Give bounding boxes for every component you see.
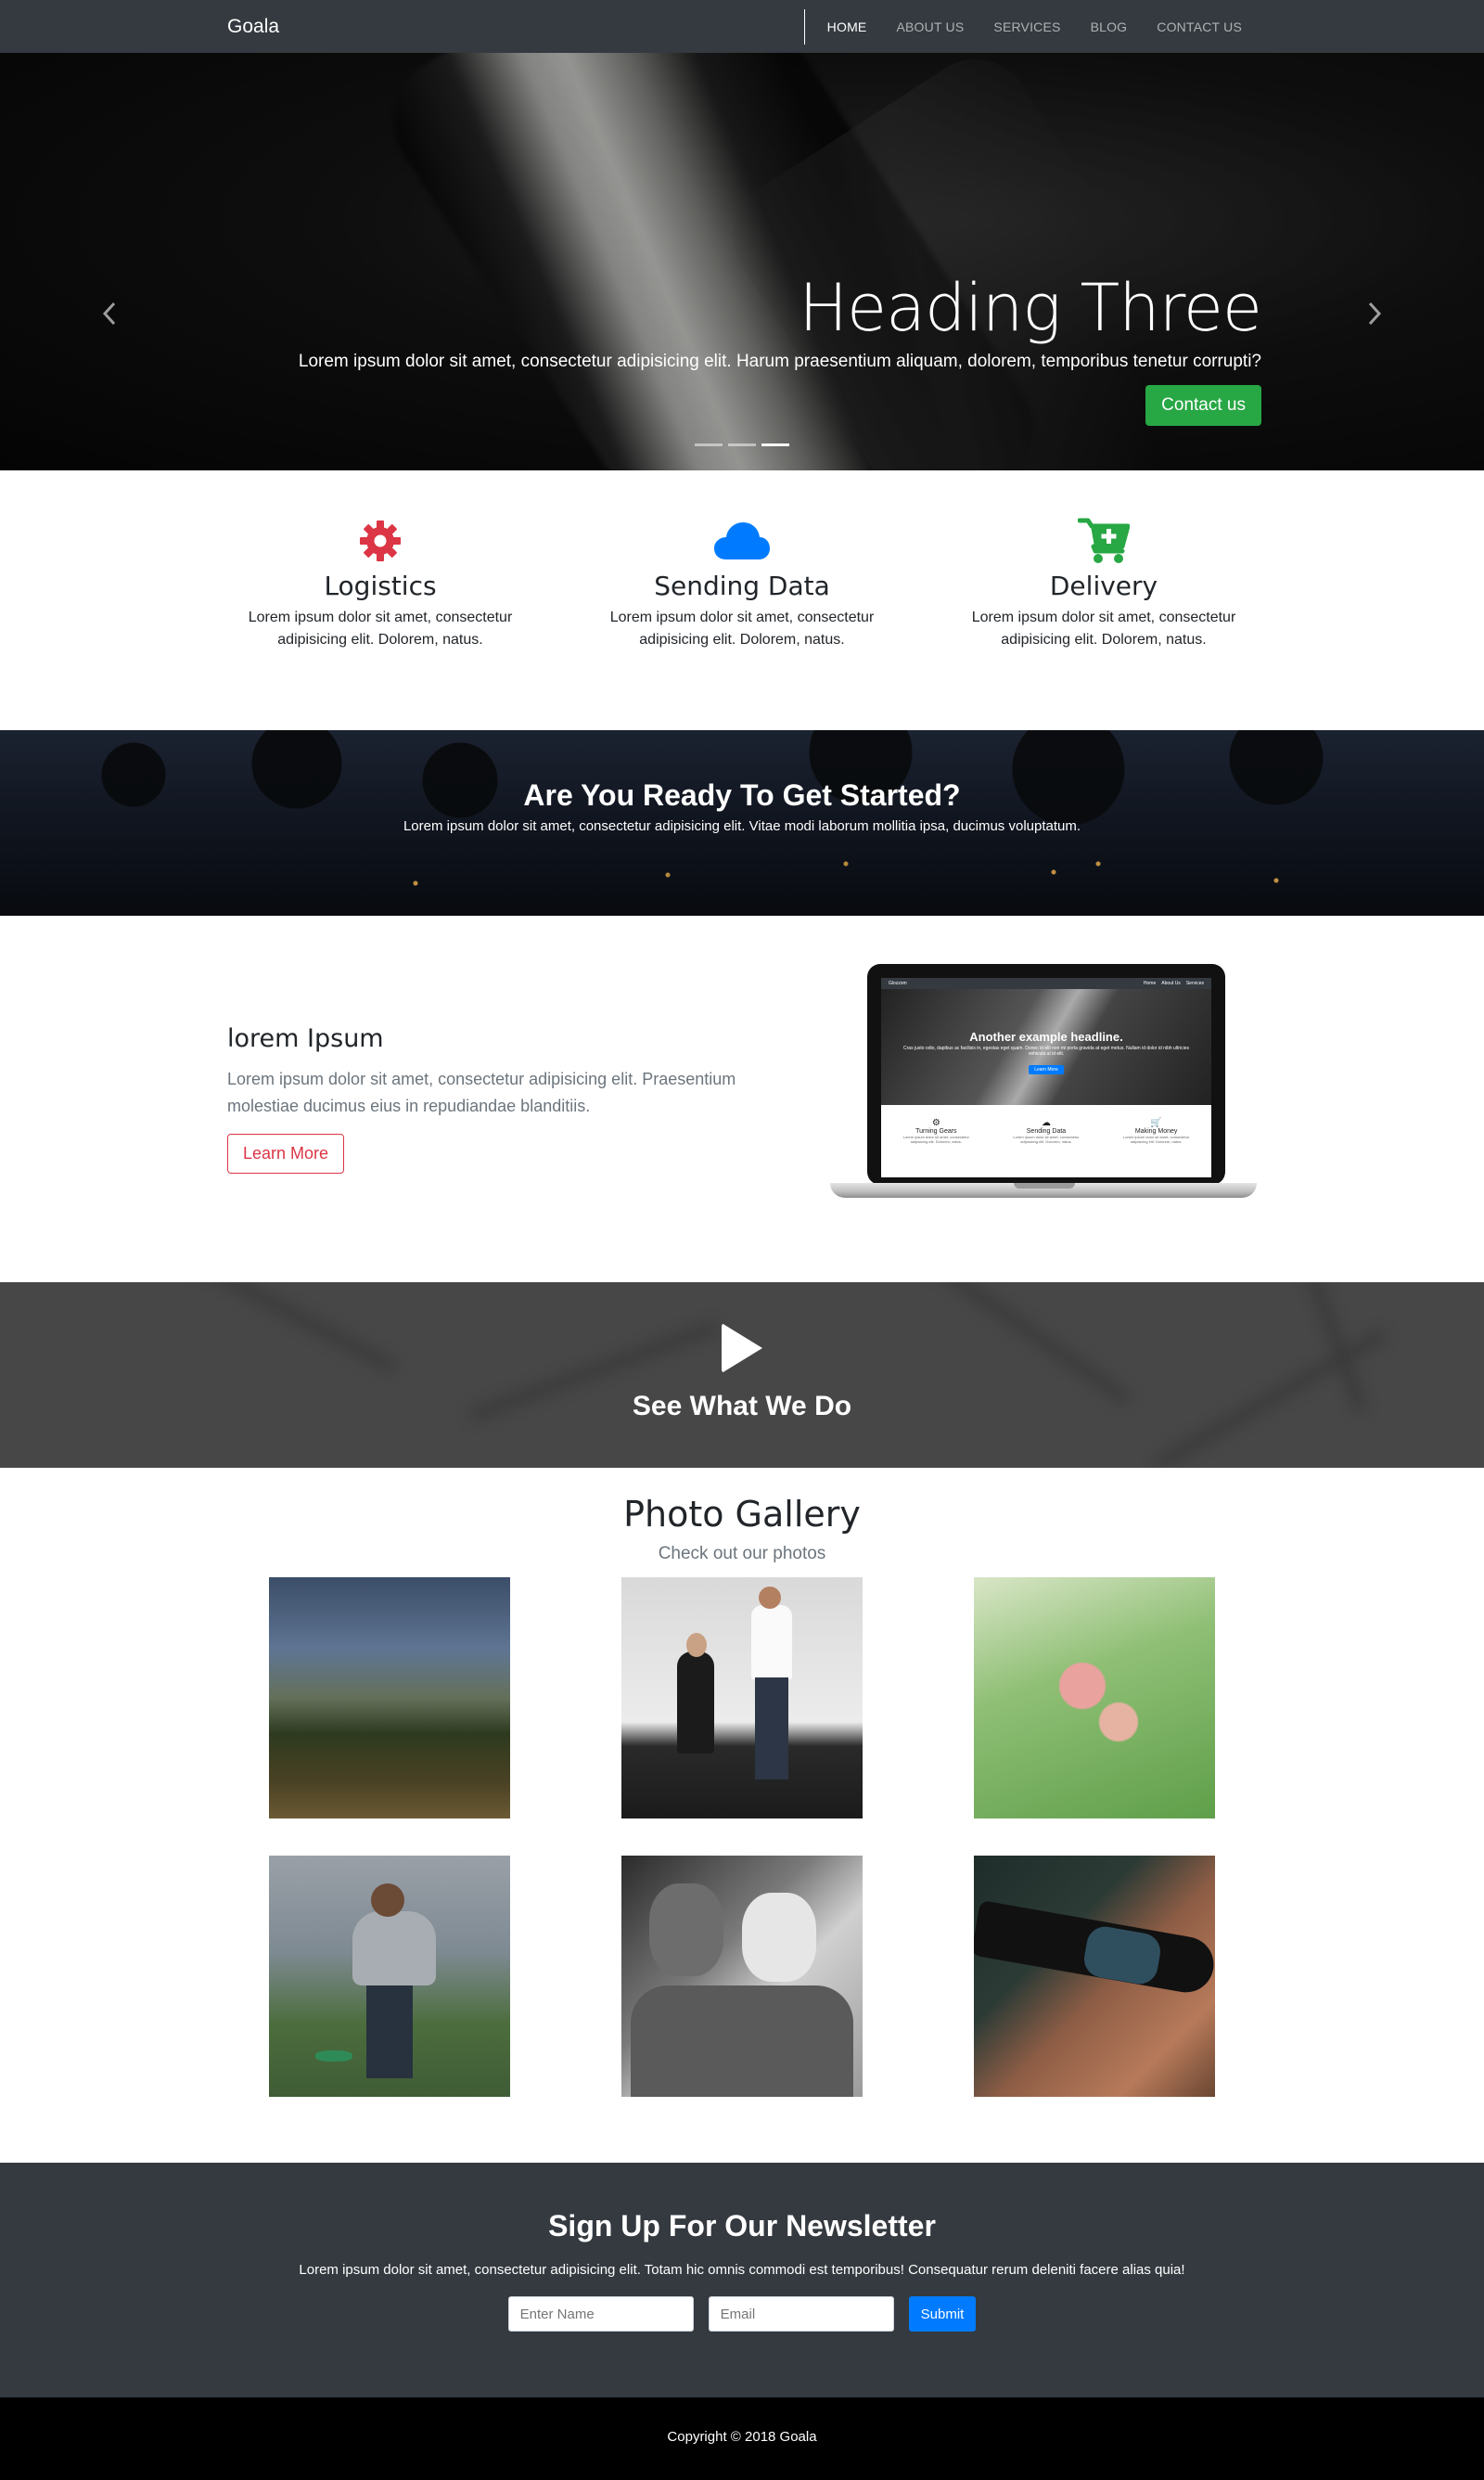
laptop-screen-feature: ☁ Sending Data Lorem ipsum dolor sit amet,… [1009,1118,1083,1144]
gallery-grid [0,1577,1484,2097]
photo-gallery-section: Photo Gallery Check out our photos [0,1468,1484,2163]
laptop-feature-text: Lorem ipsum dolor sit amet, consectetur … [1123,1135,1190,1144]
chevron-left-icon[interactable] [102,302,117,331]
cloud-icon [589,515,895,567]
play-icon[interactable] [722,1323,762,1373]
nav-link-home[interactable]: HOME [812,19,882,34]
info-text: Lorem ipsum dolor sit amet, consectetur … [227,1069,736,1115]
gallery-photo-flower[interactable] [974,1577,1215,1818]
banner-lights [0,842,1484,897]
laptop-screen-nav-link: About Us [1161,981,1181,986]
feature-delivery: Delivery Lorem ipsum dolor sit amet, con… [951,515,1257,651]
laptop-notch [1014,1183,1075,1189]
brand-logo[interactable]: Goala [227,16,279,38]
nav-menu: HOME ABOUT US SERVICES BLOG CONTACT US [803,8,1257,45]
nav-link-contact-us[interactable]: CONTACT US [1142,19,1257,34]
laptop-feature-title: Sending Data [1026,1128,1067,1135]
laptop-screen: Glozzom Home About Us Services Another e… [867,964,1225,1185]
gallery-photo-child[interactable] [269,1856,510,2097]
contact-us-button[interactable]: Contact us [1145,385,1261,426]
submit-button[interactable]: Submit [908,2296,977,2332]
feature-text: Lorem ipsum dolor sit amet, consectetur … [971,610,1236,648]
gallery-subheading: Check out our photos [658,1544,826,1563]
laptop-screen-feature: 🛒 Making Money Lorem ipsum dolor sit amet,… [1119,1118,1194,1144]
feature-text: Lorem ipsum dolor sit amet, consectetur … [248,610,513,648]
gallery-photo-sunglasses[interactable] [974,1856,1215,2097]
hero-caption: Heading Three Lorem ipsum dolor sit amet… [241,220,1262,426]
video-section: See What We Do [0,1282,1484,1468]
laptop-screen-feature: ⚙ Turning Gears Lorem ipsum dolor sit amet… [899,1118,973,1144]
gear-icon: ⚙ [931,1118,940,1128]
laptop-image: Glozzom Home About Us Services Another e… [830,964,1257,1233]
carousel-indicator[interactable] [728,443,756,446]
laptop-screen-button: Learn More [1029,1065,1064,1074]
newsletter-form: Submit [0,2296,1484,2332]
copyright-text: Copyright © 2018 Goala [667,2429,817,2445]
name-input[interactable] [507,2296,694,2332]
navbar: Goala HOME ABOUT US SERVICES BLOG CONTAC… [0,0,1484,53]
feature-text: Lorem ipsum dolor sit amet, consectetur … [609,610,875,648]
nav-link-about-us[interactable]: ABOUT US [881,19,979,34]
laptop-screen-nav-link: Home [1143,981,1157,986]
newsletter-heading: Sign Up For Our Newsletter [548,2209,936,2242]
info-heading: lorem Ipsum [227,1023,384,1053]
newsletter-text: Lorem ipsum dolor sit amet, consectetur … [299,2262,1185,2278]
laptop-screen-text: Cras justo odio, dapibus ac facilisis in… [903,1046,1189,1057]
gear-icon [227,515,533,567]
laptop-feature-title: Turning Gears [915,1128,957,1135]
laptop-screen-brand: Glozzom [889,981,907,986]
video-heading: See What We Do [632,1391,852,1421]
feature-title: Sending Data [654,571,830,601]
email-input[interactable] [708,2296,894,2332]
carousel-indicator-active[interactable] [761,443,789,446]
hero-heading: Heading Three [799,270,1262,346]
carousel-indicators [0,443,1484,446]
newsletter-section: Sign Up For Our Newsletter Lorem ipsum d… [0,2163,1484,2397]
laptop-screen-headline: Another example headline. [969,1030,1123,1044]
gallery-photo-forest[interactable] [269,1577,510,1818]
cloud-icon: ☁ [1041,1118,1051,1128]
info-section: lorem Ipsum Lorem ipsum dolor sit amet, … [0,916,1484,1282]
gallery-heading: Photo Gallery [623,1494,861,1535]
cart-icon: 🛒 [1150,1118,1162,1128]
banner-text: Lorem ipsum dolor sit amet, consectetur … [403,818,1081,834]
chevron-right-icon[interactable] [1367,302,1382,331]
laptop-feature-text: Lorem ipsum dolor sit amet, consectetur … [902,1135,969,1144]
features-section: Logistics Lorem ipsum dolor sit amet, co… [0,470,1484,730]
carousel-indicator[interactable] [695,443,723,446]
banner-heading: Are You Ready To Get Started? [523,778,961,812]
get-started-banner: Are You Ready To Get Started? Lorem ipsu… [0,730,1484,916]
feature-title: Delivery [1049,571,1158,601]
hero-text: Lorem ipsum dolor sit amet, consectetur … [298,352,1261,371]
laptop-feature-title: Making Money [1134,1128,1178,1135]
gallery-photo-couple[interactable] [621,1577,863,1818]
nav-link-blog[interactable]: BLOG [1076,19,1143,34]
feature-sending-data: Sending Data Lorem ipsum dolor sit amet,… [589,515,895,651]
feature-logistics: Logistics Lorem ipsum dolor sit amet, co… [227,515,533,651]
gallery-photo-elderly-couple[interactable] [621,1856,863,2097]
cart-plus-icon [951,515,1257,567]
laptop-screen-nav-link: Services [1185,981,1204,986]
hero-carousel: Heading Three Lorem ipsum dolor sit amet… [0,53,1484,470]
footer: Copyright © 2018 Goala [0,2397,1484,2480]
laptop-feature-text: Lorem ipsum dolor sit amet, consectetur … [1013,1135,1080,1144]
learn-more-button[interactable]: Learn More [227,1134,345,1175]
nav-link-services[interactable]: SERVICES [979,19,1075,34]
feature-title: Logistics [324,571,437,601]
